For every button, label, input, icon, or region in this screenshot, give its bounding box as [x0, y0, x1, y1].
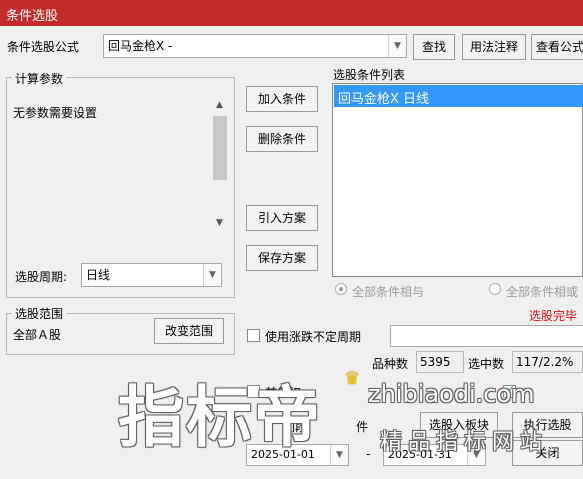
- range-value: 全部Ａ股: [13, 328, 62, 342]
- all-and-label: 全部条件相与: [352, 285, 425, 299]
- uncertain-period-label: 使用涨跌不定周期: [265, 330, 362, 344]
- scroll-thumb[interactable]: [213, 116, 227, 180]
- window-titlebar: 条件选股: [0, 0, 583, 26]
- chevron-down-icon[interactable]: ▼: [330, 445, 348, 465]
- conditions-list[interactable]: 回马金枪X 日线: [332, 83, 583, 277]
- count-label: 品种数: [372, 357, 409, 371]
- crown-icon: ♛: [344, 368, 361, 389]
- watermark-url: zhibiaodi.com: [368, 380, 535, 408]
- period-label: 选股周期:: [15, 270, 68, 284]
- save-scheme-button[interactable]: 保存方案: [246, 245, 318, 271]
- chevron-down-icon[interactable]: ▼: [203, 264, 221, 286]
- uncertain-period-checkbox[interactable]: [247, 329, 260, 342]
- search-button[interactable]: 查找: [413, 34, 455, 60]
- range-legend: 选股范围: [12, 305, 67, 322]
- formula-label: 条件选股公式: [7, 40, 80, 54]
- watermark-tagline: 精品指标网站: [380, 430, 549, 455]
- all-and-radio[interactable]: [335, 283, 347, 295]
- selected-label: 选中数: [468, 357, 505, 371]
- params-legend: 计算参数: [12, 70, 67, 87]
- chevron-down-icon[interactable]: ▼: [388, 35, 406, 57]
- selected-value: 117/2.2%: [512, 351, 583, 373]
- window-title: 条件选股: [6, 9, 59, 24]
- change-range-button[interactable]: 改变范围: [154, 318, 224, 344]
- watermark-big: 指标帝: [118, 379, 322, 456]
- scroll-down-icon[interactable]: ▼: [216, 218, 223, 228]
- all-or-label: 全部条件相或: [506, 285, 579, 299]
- add-condition-button[interactable]: 加入条件: [246, 86, 318, 112]
- formula-select[interactable]: 回马金枪X - ▼: [103, 34, 407, 58]
- params-scrollbar[interactable]: ▲ ▼: [212, 96, 228, 236]
- scroll-up-icon[interactable]: ▲: [216, 100, 223, 110]
- condition-item[interactable]: 回马金枪X 日线: [334, 85, 583, 107]
- cond-fragment: 件: [356, 420, 369, 434]
- date-separator: -: [366, 447, 371, 461]
- period-select[interactable]: 日线 ▼: [81, 263, 222, 287]
- params-text: 无参数需要设置: [13, 106, 98, 120]
- status-text: 选股完毕: [529, 309, 578, 323]
- delete-condition-button[interactable]: 删除条件: [246, 126, 318, 152]
- all-or-radio[interactable]: [489, 283, 501, 295]
- uncertain-period-input[interactable]: [390, 325, 583, 347]
- formula-value: 回马金枪X -: [108, 39, 173, 53]
- usage-notes-button[interactable]: 用法注释: [462, 34, 526, 60]
- period-value: 日线: [86, 268, 111, 282]
- import-scheme-button[interactable]: 引入方案: [246, 205, 318, 231]
- count-value: 5395: [416, 351, 464, 373]
- view-formula-button[interactable]: 查看公式: [531, 34, 583, 60]
- conditions-label: 选股条件列表: [333, 68, 406, 82]
